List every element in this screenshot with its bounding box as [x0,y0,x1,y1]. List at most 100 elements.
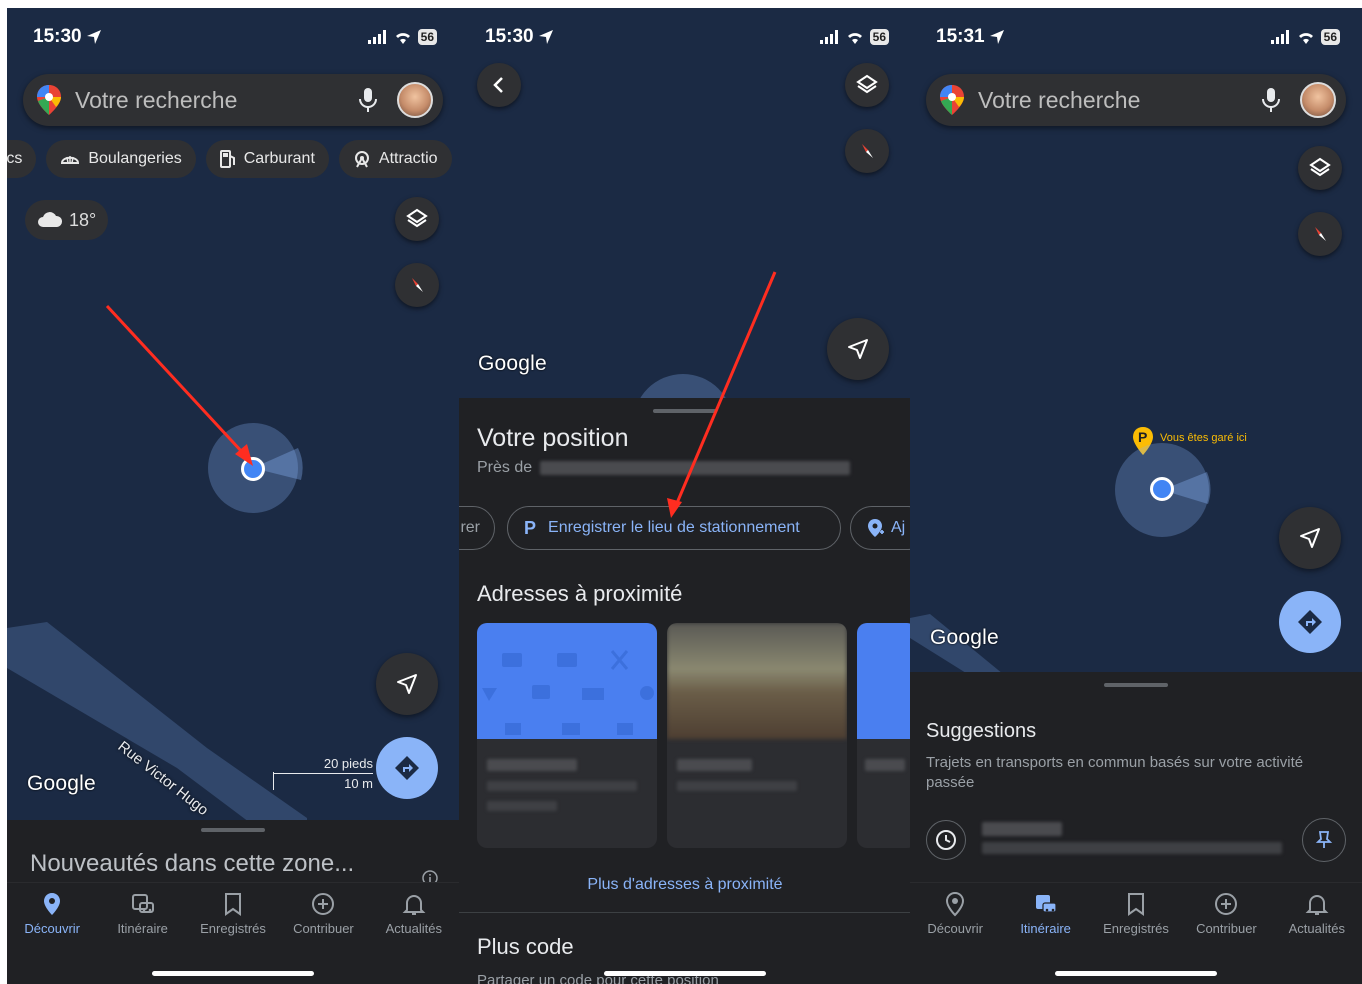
google-logo: Google [478,352,547,375]
current-location-dot[interactable] [1150,477,1174,501]
weather-badge[interactable]: 18° [25,200,109,240]
bookmark-icon [225,893,242,916]
chip-label: rer [460,519,480,536]
back-button[interactable] [477,63,521,107]
search-bar[interactable]: Votre recherche [926,74,1346,126]
chip-attractions[interactable]: Attractio [338,140,452,178]
weather-temp: 18° [69,209,97,230]
blurred-card-title [865,759,905,771]
chip-parks[interactable]: rcs [7,140,37,178]
nav-saved[interactable]: Enregistrés [1091,883,1181,984]
more-nearby-link[interactable]: Plus d'adresses à proximité [459,876,911,894]
nav-itinerary[interactable]: Itinéraire [1000,883,1090,984]
avatar[interactable] [397,82,433,118]
position-sheet[interactable]: Votre position Près de rer P Enregistrer… [459,398,911,984]
plus-code-title: Plus code [477,934,574,959]
nearby-card[interactable] [667,623,847,848]
nearby-card-partial[interactable] [857,623,911,848]
back-arrow-icon [493,77,503,93]
layers-button[interactable] [395,197,439,241]
recenter-button[interactable] [827,318,889,380]
wifi-icon [847,33,862,44]
navigation-arrow-icon [397,674,417,694]
suggestion-row[interactable] [926,818,1346,862]
poi-pattern-icon [482,650,654,735]
screenshot-collage: Rue Victor Hugo 15:30 56 Votre recherche [0,0,1362,984]
home-indicator[interactable] [1055,971,1217,976]
commute-icon [1035,895,1057,913]
blurred-card-line [487,781,637,791]
home-indicator[interactable] [152,971,314,976]
near-prefix: Près de [477,459,533,476]
location-arrow-icon [538,30,553,44]
layers-button[interactable] [845,63,889,107]
status-bar: 15:30 56 [33,26,437,48]
google-logo: Google [27,772,96,795]
compass-icon [862,144,873,158]
nav-contribute[interactable]: Contribuer [278,883,368,984]
recenter-button[interactable] [376,653,438,715]
blurred-address [540,461,851,475]
home-indicator[interactable] [604,971,766,976]
bookmark-icon [1128,893,1145,916]
chip-partial-left[interactable]: rer [459,506,495,550]
card-image [477,623,657,739]
layers-button[interactable] [1298,146,1342,190]
chip-label: Attractio [378,150,438,167]
nav-discover[interactable]: Découvrir [7,883,97,984]
search-input[interactable]: Votre recherche [978,87,1260,114]
recenter-button[interactable] [1279,507,1341,569]
compass-icon [1315,227,1326,241]
nav-updates[interactable]: Actualités [1272,883,1362,984]
compass-button[interactable] [395,263,439,307]
history-button [926,820,966,860]
parking-icon: P [524,517,537,538]
card-image [667,623,847,739]
wifi-icon [395,33,410,44]
clock-icon [936,830,956,850]
nav-itinerary[interactable]: Itinéraire [97,883,187,984]
compass-button[interactable] [845,129,889,173]
search-input[interactable]: Votre recherche [75,87,357,114]
chip-add-partial[interactable]: Aj [850,506,911,550]
status-bar: 15:31 56 [936,26,1340,48]
battery-indicator: 56 [869,29,889,45]
status-time: 15:30 [33,26,82,47]
nav-label: Découvrir [24,921,81,936]
signal-icon [819,30,838,44]
directions-button[interactable] [1279,591,1341,653]
nav-label: Contribuer [293,921,354,936]
blurred-suggestion-title [982,822,1062,836]
ferris-wheel-icon [354,151,369,168]
sheet-handle[interactable] [201,828,265,832]
directions-button[interactable] [376,737,438,799]
nav-updates[interactable]: Actualités [369,883,459,984]
sheet-handle[interactable] [653,409,717,413]
nav-discover[interactable]: Découvrir [910,883,1000,984]
microphone-icon[interactable] [1260,87,1282,113]
directions-icon [395,756,419,780]
status-time: 15:31 [936,26,985,47]
search-bar[interactable]: Votre recherche [23,74,443,126]
layers-icon [406,208,428,228]
nav-contribute[interactable]: Contribuer [1181,883,1271,984]
sheet-handle[interactable] [1104,683,1168,687]
save-parking-chip[interactable]: P Enregistrer le lieu de stationnement [507,506,841,550]
nearby-card[interactable] [477,623,657,848]
nav-label: Enregistrés [1103,921,1169,936]
blurred-card-line [677,781,797,791]
nav-label: Itinéraire [117,921,168,936]
microphone-icon[interactable] [357,87,379,113]
pin-button[interactable] [1302,818,1346,862]
avatar[interactable] [1300,82,1336,118]
parked-label: Vous êtes garé ici [1160,432,1247,444]
compass-button[interactable] [1298,212,1342,256]
nav-label: Actualités [385,921,443,936]
bell-icon [1305,895,1329,915]
chip-bakeries[interactable]: Boulangeries [46,140,196,178]
nav-saved[interactable]: Enregistrés [188,883,278,984]
layers-icon [856,74,878,94]
suggestions-title: Suggestions [926,720,1037,742]
current-location-dot[interactable] [241,457,265,481]
chip-fuel[interactable]: Carburant [205,140,329,178]
